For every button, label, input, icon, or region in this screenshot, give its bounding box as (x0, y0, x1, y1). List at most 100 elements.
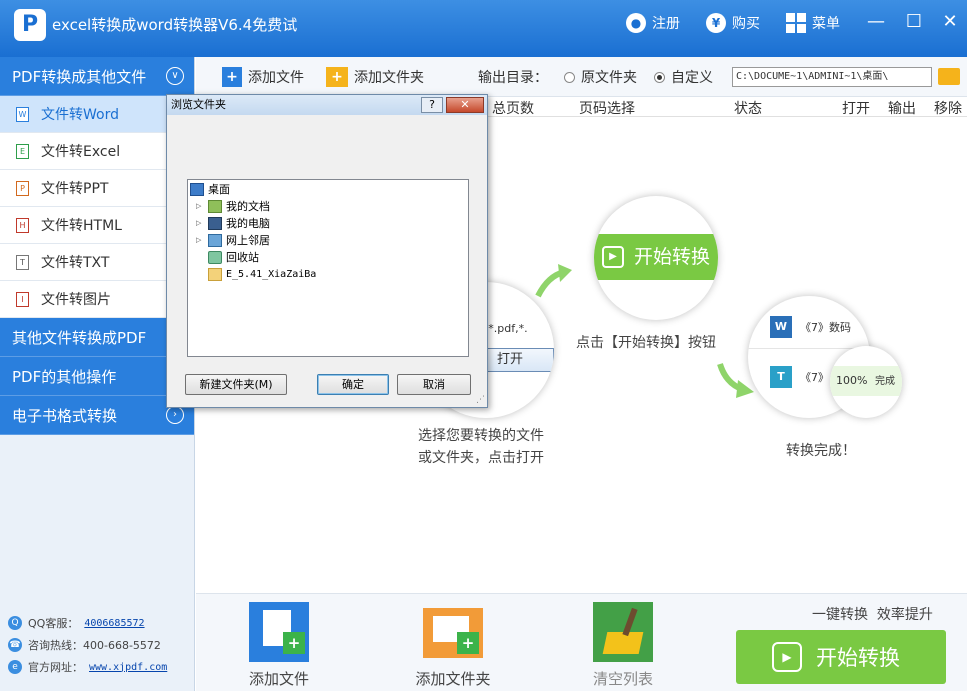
sidebar-item-to-excel[interactable]: E 文件转Excel (0, 133, 194, 170)
start-convert-label: 开始转换 (816, 642, 900, 672)
tree-item-label: 我的文档 (226, 198, 270, 214)
radio-icon (564, 72, 575, 83)
radio-original-folder[interactable]: 原文件夹 (564, 67, 637, 87)
bottom-bar: + 添加文件 + 添加文件夹 清空列表 一键转换 效率提升 ▶ 开始转换 (196, 593, 967, 691)
sidebar-section-ebook[interactable]: 电子书格式转换 › (0, 396, 194, 435)
new-folder-button[interactable]: 新建文件夹(M) (185, 374, 287, 395)
computer-icon (208, 217, 222, 230)
dialog-close-button[interactable]: ✕ (446, 97, 484, 113)
result-row: W 《7》数码 (770, 316, 851, 338)
add-file-button[interactable]: + 添加文件 (222, 67, 304, 87)
add-folder-button[interactable]: + 添加文件夹 (326, 67, 424, 87)
sidebar-item-label: 文件转图片 (41, 289, 111, 309)
output-dir-label: 输出目录： (478, 67, 548, 87)
tree-item-folder[interactable]: E_5.41_XiaZaiBa (208, 266, 316, 282)
play-icon: ▶ (602, 246, 624, 268)
folder-icon (208, 268, 222, 281)
slogan-text: 一键转换 效率提升 (812, 604, 933, 624)
guide-step1-line2: 或文件夹，点击打开 (418, 447, 544, 469)
col-status: 状态 (734, 98, 762, 118)
title-bar: P excel转换成word转换器V6.4免费试用版 ● 注册 ¥ 购买 菜单 … (0, 0, 967, 57)
progress-readout: 100% 完成 (830, 366, 902, 396)
excel-file-icon: E (16, 144, 29, 159)
col-output: 输出 (888, 98, 916, 118)
site-label: 官方网址： (28, 659, 83, 675)
radio-label: 自定义 (671, 67, 713, 87)
folder-tree[interactable]: 桌面 ▷ 我的文档 ▷ 我的电脑 ▷ 网上邻居 回收站 E_5.41_XiaZa… (187, 179, 469, 357)
browse-folder-dialog: 浏览文件夹 ? ✕ 桌面 ▷ 我的文档 ▷ 我的电脑 ▷ 网上邻居 回收站 (166, 94, 488, 408)
sidebar-section-other-to-pdf[interactable]: 其他文件转换成PDF (0, 318, 194, 357)
qq-link[interactable]: 4006685572 (84, 618, 144, 629)
network-icon (208, 234, 222, 247)
sidebar-item-label: 文件转Excel (41, 141, 120, 161)
col-open: 打开 (842, 98, 870, 118)
resize-grip-icon[interactable]: ⋰ (476, 395, 485, 405)
col-remove: 移除 (934, 98, 962, 118)
expand-arrow-icon: ▷ (196, 236, 204, 244)
cancel-button[interactable]: 取消 (397, 374, 471, 395)
maximize-button[interactable]: ☐ (902, 10, 926, 34)
grid-icon (786, 13, 806, 33)
dialog-help-button[interactable]: ? (421, 97, 443, 113)
sidebar-item-to-txt[interactable]: T 文件转TXT (0, 244, 194, 281)
radio-checked-icon (654, 72, 665, 83)
register-label: 注册 (652, 13, 680, 33)
tree-item-my-documents[interactable]: ▷ 我的文档 (196, 198, 270, 214)
sidebar-item-label: 文件转Word (41, 104, 119, 124)
tree-item-desktop[interactable]: 桌面 (190, 181, 230, 197)
bottom-clear-list-label: 清空列表 (593, 670, 653, 688)
broom-icon (593, 602, 653, 662)
add-folder-icon: + (326, 67, 348, 87)
qq-icon: Q (8, 616, 22, 630)
image-file-icon: I (16, 292, 29, 307)
sidebar-section-pdf-other-ops[interactable]: PDF的其他操作 (0, 357, 194, 396)
result-row: T 《7》 (770, 366, 829, 388)
browse-folder-icon[interactable] (938, 68, 960, 85)
sidebar-item-to-ppt[interactable]: P 文件转PPT (0, 170, 194, 207)
tree-item-label: 我的电脑 (226, 215, 270, 231)
hotline-text: 咨询热线：400-668-5572 (28, 637, 161, 653)
tree-item-label: 网上邻居 (226, 232, 270, 248)
sidebar-section-pdf-to-other[interactable]: PDF转换成其他文件 ∨ (0, 57, 194, 96)
start-convert-button[interactable]: ▶ 开始转换 (736, 630, 946, 684)
yen-icon: ¥ (706, 13, 726, 33)
buy-button[interactable]: ¥ 购买 (706, 12, 760, 34)
bottom-add-folder-button[interactable]: + 添加文件夹 (408, 602, 498, 689)
close-button[interactable]: ✕ (938, 10, 962, 34)
add-file-label: 添加文件 (248, 67, 304, 87)
buy-label: 购买 (732, 13, 760, 33)
radio-custom-folder[interactable]: 自定义 (654, 67, 713, 87)
recycle-bin-icon (208, 251, 222, 264)
qq-contact: Q QQ客服：4006685572 (8, 615, 145, 631)
website-link[interactable]: www.xjpdf.com (89, 662, 167, 673)
register-button[interactable]: ● 注册 (626, 12, 680, 34)
word-file-icon: W (16, 107, 29, 122)
bottom-add-file-button[interactable]: + 添加文件 (234, 602, 324, 689)
col-total-pages: 总页数 (492, 98, 534, 118)
sidebar-item-to-word[interactable]: W 文件转Word (0, 96, 194, 133)
result-row-name: 《7》 (800, 369, 829, 385)
tree-item-network[interactable]: ▷ 网上邻居 (196, 232, 270, 248)
guide-step1-text: 选择您要转换的文件 或文件夹，点击打开 (418, 425, 544, 469)
website-contact: e 官方网址： www.xjpdf.com (8, 659, 167, 675)
hotline-contact: ☎ 咨询热线：400-668-5572 (8, 637, 161, 653)
sidebar-item-to-html[interactable]: H 文件转HTML (0, 207, 194, 244)
tree-item-recycle-bin[interactable]: 回收站 (208, 249, 259, 265)
desktop-icon (190, 183, 204, 196)
add-file-icon: + (222, 67, 242, 87)
ppt-file-icon: P (16, 181, 29, 196)
browser-icon: e (8, 660, 22, 674)
ok-button[interactable]: 确定 (317, 374, 389, 395)
section-label: PDF的其他操作 (12, 366, 116, 387)
result-row-name: 《7》数码 (800, 319, 851, 335)
tree-item-my-computer[interactable]: ▷ 我的电脑 (196, 215, 270, 231)
word-doc-icon: W (770, 316, 792, 338)
menu-button[interactable]: 菜单 (786, 12, 840, 34)
section-label: 电子书格式转换 (12, 405, 117, 426)
minimize-button[interactable]: — (864, 10, 888, 34)
guide-open-button: 打开 (484, 348, 554, 372)
sidebar-item-to-image[interactable]: I 文件转图片 (0, 281, 194, 318)
bottom-clear-list-button[interactable]: 清空列表 (578, 602, 668, 689)
toolbar: + 添加文件 + 添加文件夹 输出目录： 原文件夹 自定义 C:\DOCUME~… (196, 57, 967, 97)
output-path-field[interactable]: C:\DOCUME~1\ADMINI~1\桌面\ (732, 67, 932, 87)
